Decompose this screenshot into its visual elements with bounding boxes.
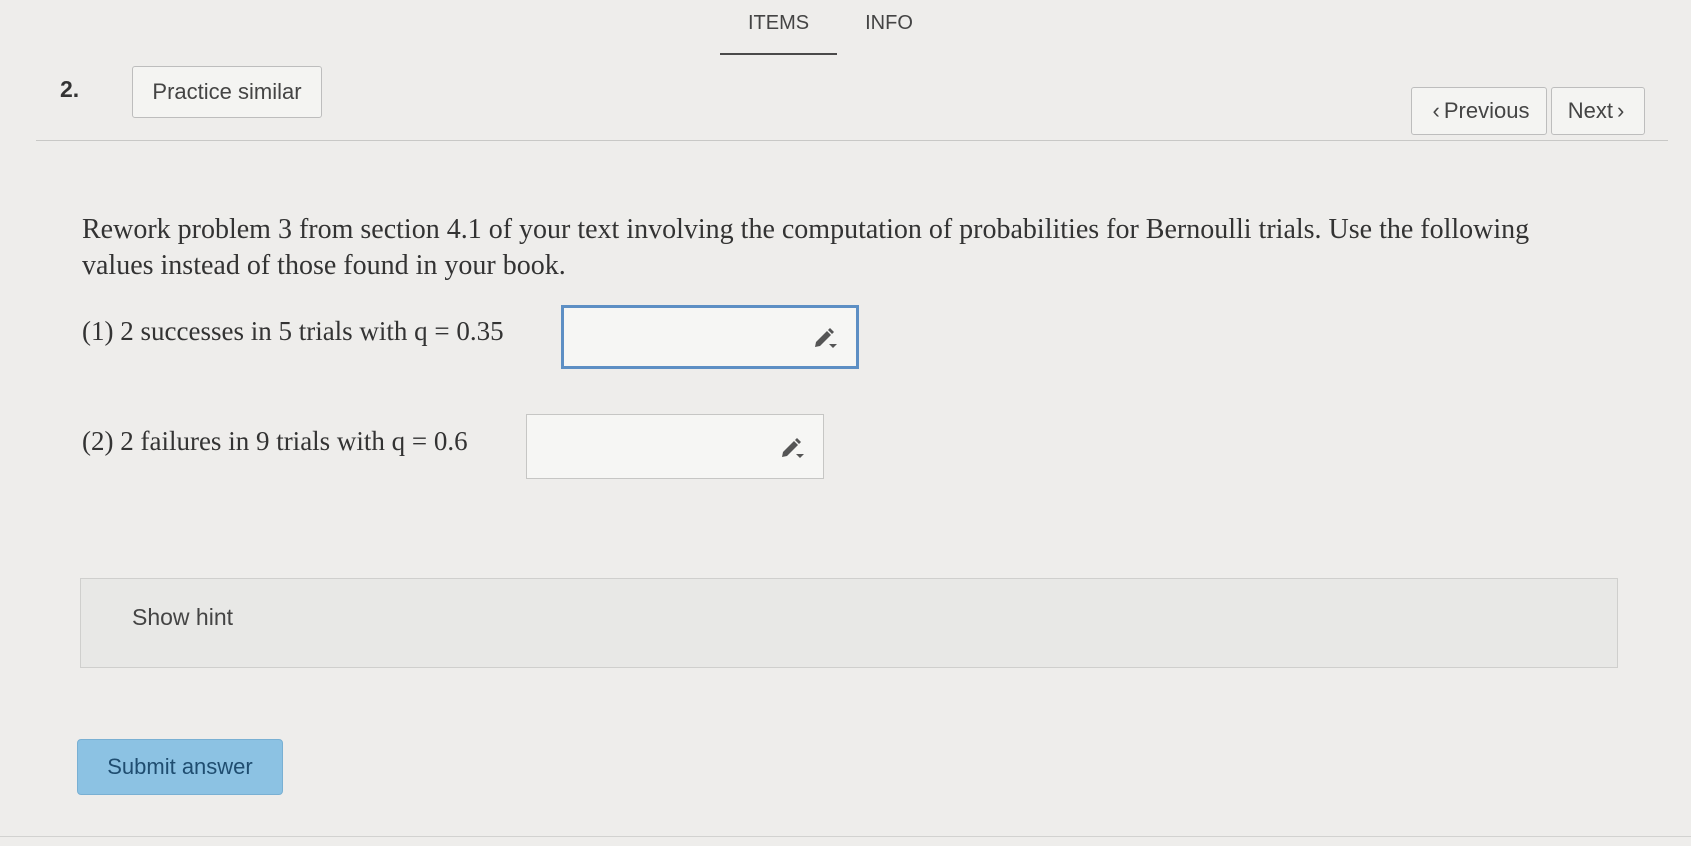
practice-similar-button[interactable]: Practice similar [132,66,322,118]
question-number: 2. [60,76,80,102]
show-hint-panel[interactable] [80,578,1618,668]
tab-info[interactable]: INFO [837,12,941,55]
tab-items[interactable]: ITEMS [720,12,838,55]
pencil-dropdown-icon[interactable] [812,324,838,350]
part-1-label: (1) 2 successes in 5 trials with q = 0.3… [82,316,504,346]
previous-label: Previous [1443,98,1530,123]
part-1-answer-input[interactable] [561,305,859,369]
footer-divider [0,836,1691,837]
next-label: Next [1567,98,1613,123]
part-2-label: (2) 2 failures in 9 trials with q = 0.6 [82,426,468,456]
submit-answer-button[interactable]: Submit answer [77,739,283,795]
pencil-dropdown-icon[interactable] [779,434,805,460]
chevron-left-icon: ‹ [1432,98,1440,123]
previous-button[interactable]: ‹ Previous [1411,87,1547,135]
top-tabs: ITEMS INFO [720,12,941,55]
chevron-right-icon: › [1616,98,1625,123]
show-hint-label[interactable]: Show hint [132,604,233,631]
header-divider [36,140,1668,141]
next-button[interactable]: Next › [1551,87,1645,135]
part-2-answer-input[interactable] [526,414,824,479]
question-text: Rework problem 3 from section 4.1 of you… [82,214,1530,281]
